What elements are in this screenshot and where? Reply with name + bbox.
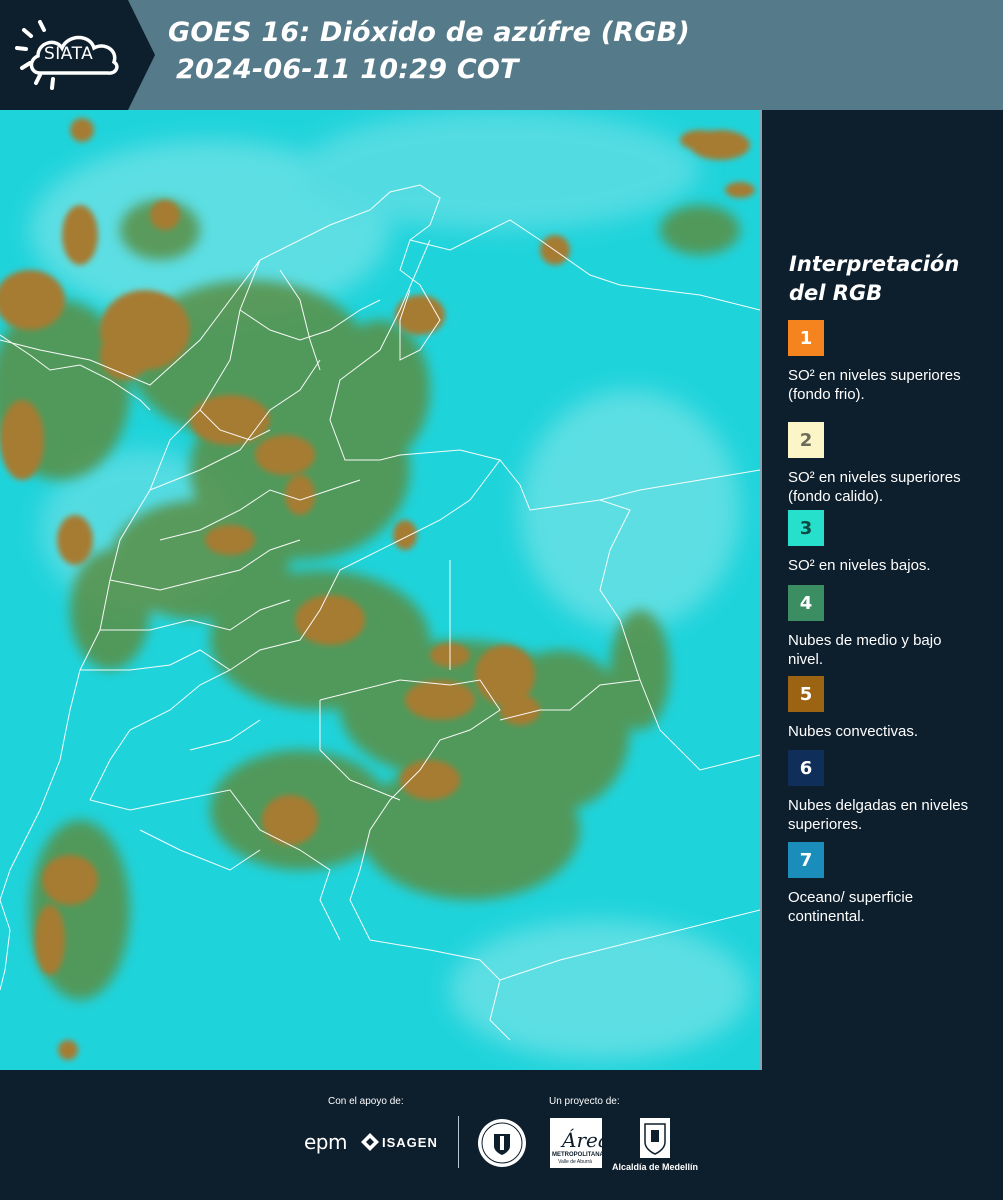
legend-item: 2 SO² en niveles superiores (fondo calido…	[788, 422, 988, 506]
legend-swatch: 3	[788, 510, 824, 546]
footer: Con el apoyo de: Un proyecto de: epm ISA…	[0, 1070, 1003, 1200]
isagen-logo: ISAGEN	[382, 1135, 438, 1150]
sulfur-dioxide-rgb-image	[0, 110, 760, 1070]
legend-label: Nubes convectivas.	[788, 723, 919, 740]
support-label: Con el apoyo de:	[328, 1096, 404, 1107]
legend-item: 6 Nubes delgadas en niveles superiores.	[788, 750, 988, 834]
legend-label: Nubes delgadas en niveles superiores.	[788, 797, 969, 833]
page-title: GOES 16: Dióxido de azúfre (RGB) 2024-06…	[168, 14, 690, 88]
legend-label: SO² en niveles superiores (fondo frio).	[788, 367, 961, 403]
legend-item: 3 SO² en niveles bajos.	[788, 510, 988, 575]
legend-swatch: 6	[788, 750, 824, 786]
epm-logo: epm	[304, 1130, 347, 1154]
legend-swatch: 1	[788, 320, 824, 356]
logo-text: SIATA	[44, 44, 94, 64]
legend-title: Interpretación del RGB	[789, 250, 959, 308]
legend-item: 4 Nubes de medio y bajo nivel.	[788, 585, 988, 669]
area-name: METROPOLITANA	[552, 1152, 604, 1158]
isagen-icon	[361, 1133, 379, 1151]
legend-swatch: 2	[788, 422, 824, 458]
legend-swatch: 4	[788, 585, 824, 621]
legend-item: 1 SO² en niveles superiores (fondo frio).	[788, 320, 988, 404]
legend-label: SO² en niveles bajos.	[788, 557, 931, 574]
area-script: Área	[562, 1128, 610, 1152]
alcaldia-shield-icon	[640, 1118, 670, 1158]
legend-label: Oceano/ superficie continental.	[788, 889, 914, 925]
title-product: GOES 16: Dióxido de azúfre (RGB)	[168, 17, 690, 48]
title-datetime: 2024-06-11 10:29 COT	[176, 54, 519, 85]
legend-item: 5 Nubes convectivas.	[788, 676, 988, 741]
legend-swatch: 7	[788, 842, 824, 878]
legend-title-line1: Interpretación	[789, 252, 960, 276]
legend-label: SO² en niveles superiores (fondo calido)…	[788, 469, 961, 505]
siata-logo: SIATA	[0, 0, 155, 110]
area-sub: Valle de Aburrá	[558, 1159, 592, 1165]
legend-panel: Interpretación del RGB 1 SO² en niveles s…	[778, 110, 1000, 1070]
project-label: Un proyecto de:	[549, 1096, 620, 1107]
legend-item: 7 Oceano/ superficie continental.	[788, 842, 988, 926]
satellite-map[interactable]	[0, 110, 762, 1070]
alcaldia-name: Alcaldía de Medellín	[612, 1162, 699, 1172]
legend-title-line2: del RGB	[789, 281, 883, 305]
legend-swatch: 5	[788, 676, 824, 712]
legend-label: Nubes de medio y bajo nivel.	[788, 632, 942, 668]
medellin-seal-icon	[478, 1119, 526, 1167]
footer-divider	[458, 1116, 459, 1168]
header: SIATA GOES 16: Dióxido de azúfre (RGB) 2…	[0, 0, 1003, 110]
